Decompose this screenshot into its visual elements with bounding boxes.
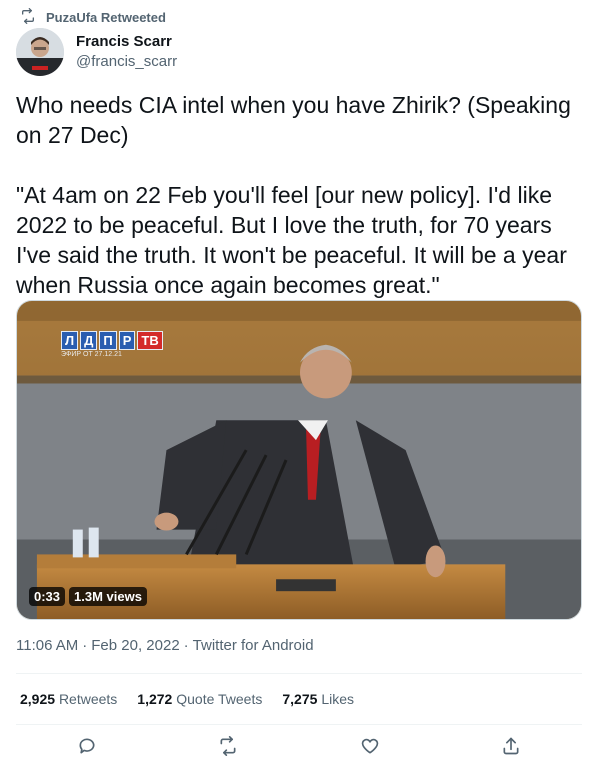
stat-count: 2,925 <box>20 691 56 707</box>
reply-button[interactable] <box>69 730 105 766</box>
channel-tv-label: ТВ <box>137 331 163 350</box>
like-button[interactable] <box>352 730 388 766</box>
channel-letter: П <box>99 331 117 350</box>
channel-letter: Д <box>80 331 98 350</box>
channel-logo: Л Д П Р ТВ <box>61 331 163 350</box>
share-button[interactable] <box>493 730 529 766</box>
tweet-date[interactable]: Feb 20, 2022 <box>91 637 179 654</box>
author-block[interactable]: Francis Scarr @francis_scarr <box>16 28 177 76</box>
tweet-text: Who needs CIA intel when you have Zhirik… <box>16 90 582 300</box>
divider <box>16 724 582 725</box>
stat-label: Likes <box>321 691 354 707</box>
tweet-meta: 11:06 AM · Feb 20, 2022 · Twitter for An… <box>16 637 314 654</box>
retweet-label: PuzaUfa Retweeted <box>46 10 166 25</box>
stat-retweets[interactable]: 2,925 Retweets <box>20 691 117 707</box>
like-icon <box>360 736 380 761</box>
author-display-name[interactable]: Francis Scarr <box>76 32 177 52</box>
channel-letter: Р <box>118 331 136 350</box>
retweet-icon <box>20 7 36 27</box>
author-handle[interactable]: @francis_scarr <box>76 52 177 72</box>
stat-count: 7,275 <box>282 691 318 707</box>
stat-count: 1,272 <box>137 691 173 707</box>
share-icon <box>501 736 521 761</box>
meta-separator: · <box>82 637 88 654</box>
channel-letter: Л <box>61 331 79 350</box>
divider <box>16 673 582 674</box>
tweet-source[interactable]: Twitter for Android <box>193 637 314 654</box>
tweet-paragraph: Who needs CIA intel when you have Zhirik… <box>16 92 571 148</box>
retweet-context[interactable]: PuzaUfa Retweeted <box>20 7 166 27</box>
video-views: 1.3M views <box>69 587 147 606</box>
stat-label: Quote Tweets <box>176 691 263 707</box>
video-badges: 0:33 1.3M views <box>29 587 147 606</box>
tweet-stats: 2,925 Retweets 1,272 Quote Tweets 7,275 … <box>20 691 354 707</box>
stat-likes[interactable]: 7,275 Likes <box>282 691 354 707</box>
video-player[interactable]: Л Д П Р ТВ ЭФИР ОТ 27.12.21 0:33 1.3M vi… <box>16 300 582 620</box>
tweet-actions <box>16 730 582 766</box>
meta-separator: · <box>183 637 189 654</box>
retweet-button[interactable] <box>210 730 246 766</box>
video-duration: 0:33 <box>29 587 66 606</box>
stat-label: Retweets <box>58 691 118 707</box>
stat-quote-tweets[interactable]: 1,272 Quote Tweets <box>137 691 262 707</box>
tweet-time[interactable]: 11:06 AM <box>16 637 78 654</box>
tweet-paragraph: "At 4am on 22 Feb you'll feel [our new p… <box>16 182 567 298</box>
avatar[interactable] <box>16 28 64 76</box>
channel-broadcast-date: ЭФИР ОТ 27.12.21 <box>61 351 122 358</box>
reply-icon <box>77 736 97 761</box>
retweet-icon <box>218 735 238 761</box>
